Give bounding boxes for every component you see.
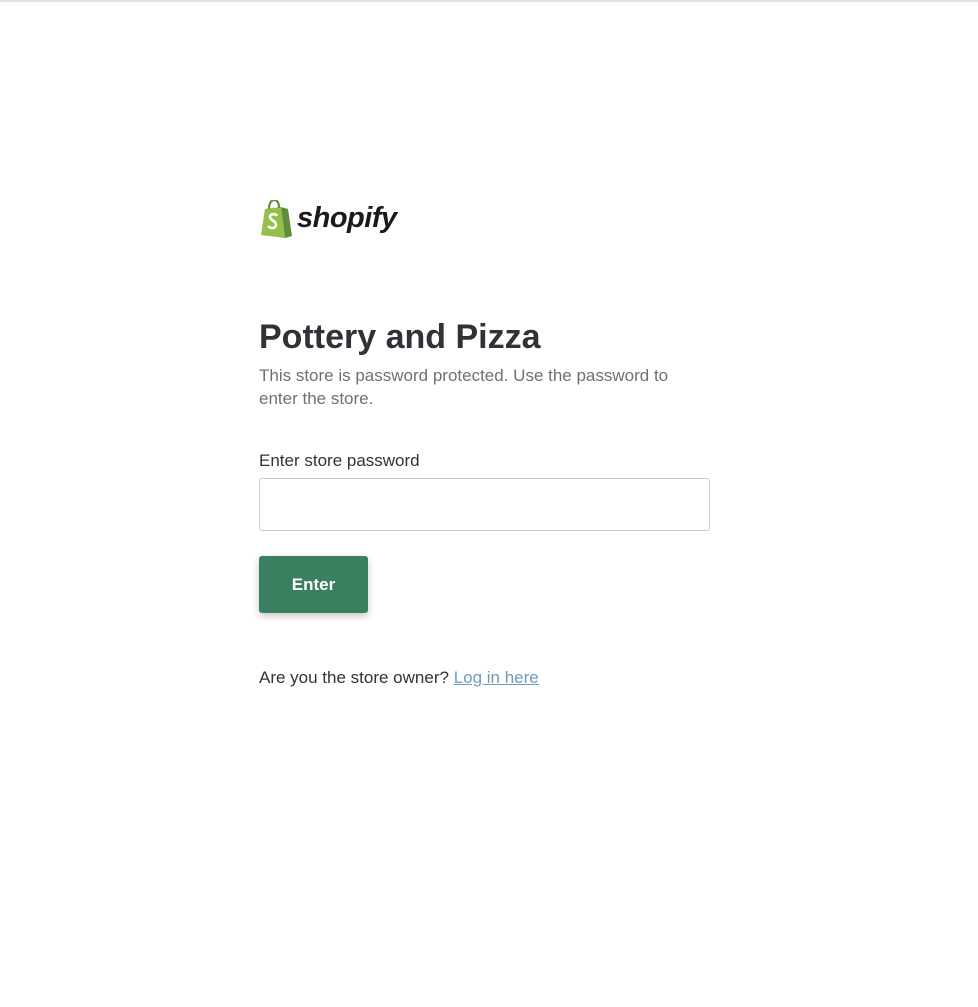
login-link[interactable]: Log in here xyxy=(454,668,539,687)
shopify-logo: shopify xyxy=(259,198,397,240)
owner-login-line: Are you the store owner? Log in here xyxy=(259,666,539,690)
password-input[interactable] xyxy=(259,478,710,531)
page-title: Pottery and Pizza xyxy=(259,318,541,356)
brand-wordmark: shopify xyxy=(297,201,397,234)
password-label: Enter store password xyxy=(259,451,420,470)
top-divider xyxy=(0,0,978,2)
owner-prompt: Are you the store owner? xyxy=(259,668,449,687)
enter-button[interactable]: Enter xyxy=(259,556,368,613)
page-description: This store is password protected. Use th… xyxy=(259,366,669,408)
shopping-bag-icon xyxy=(259,200,293,238)
